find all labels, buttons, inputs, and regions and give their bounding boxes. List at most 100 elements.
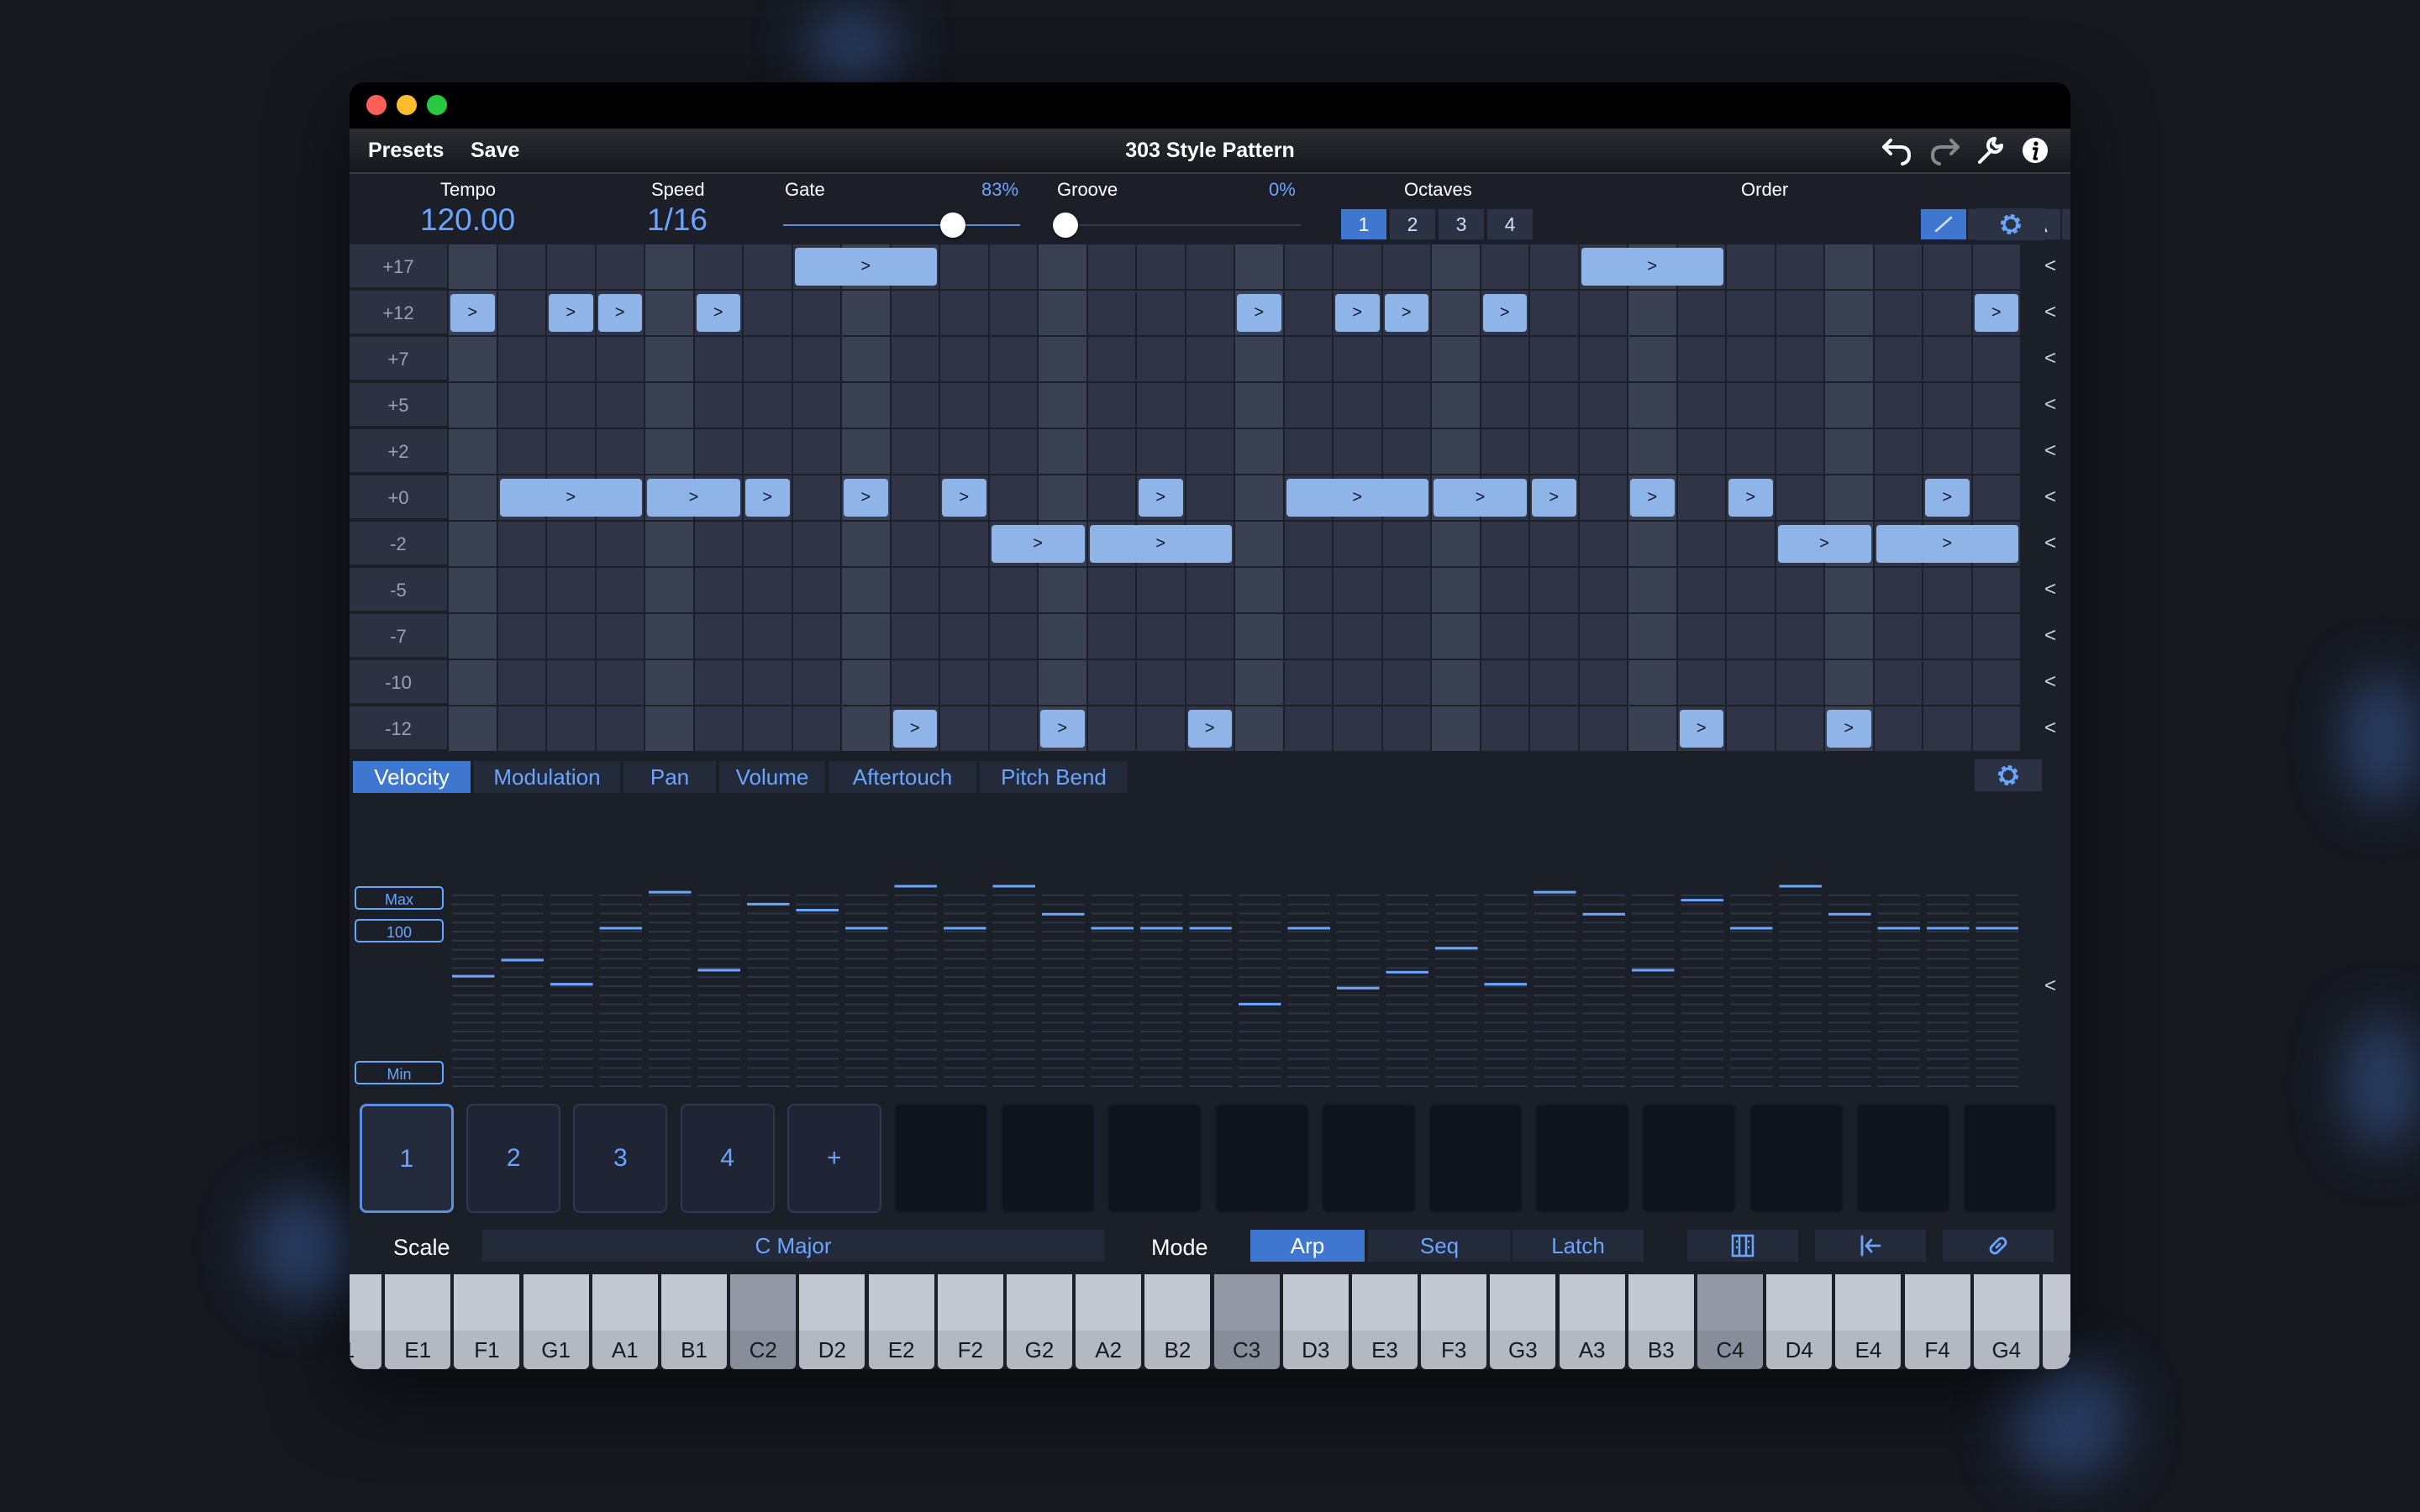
grid-cell[interactable] — [1727, 568, 1776, 614]
grid-cell[interactable] — [1137, 614, 1186, 660]
note-block[interactable]: > — [991, 525, 1085, 563]
grid-cell[interactable] — [1972, 568, 2022, 614]
grid-cell[interactable] — [1874, 337, 1923, 383]
grid-cell[interactable] — [1579, 522, 1628, 568]
grid-cell[interactable] — [1235, 337, 1285, 383]
grid-cell[interactable] — [449, 475, 498, 522]
velocity-step[interactable] — [1435, 894, 1478, 1087]
grid-cell[interactable] — [1432, 244, 1481, 291]
grid-cell[interactable] — [1039, 244, 1088, 291]
velocity-step[interactable] — [1582, 894, 1626, 1087]
grid-cell[interactable] — [497, 614, 547, 660]
grid-cell[interactable] — [940, 337, 990, 383]
piano-key[interactable]: G1 — [523, 1274, 589, 1369]
note-block[interactable]: > — [1728, 479, 1773, 517]
grid-cell[interactable] — [1334, 706, 1383, 753]
grid-cell[interactable] — [1727, 429, 1776, 475]
empty-pattern-slot[interactable] — [1855, 1104, 1950, 1213]
row-expand-arrow[interactable]: < — [2030, 624, 2070, 648]
note-block[interactable]: > — [1434, 479, 1527, 517]
grid-cell[interactable] — [1235, 383, 1285, 429]
grid-cell[interactable] — [1334, 337, 1383, 383]
grid-cell[interactable] — [940, 429, 990, 475]
grid-cell[interactable] — [694, 706, 744, 753]
tab-aftertouch[interactable]: Aftertouch — [829, 761, 976, 793]
grid-cell[interactable] — [1039, 660, 1088, 706]
grid-cell[interactable] — [694, 337, 744, 383]
grid-cell[interactable] — [1530, 337, 1580, 383]
grid-cell[interactable] — [1972, 660, 2022, 706]
grid-cell[interactable] — [1825, 660, 1875, 706]
grid-cell[interactable] — [1874, 475, 1923, 522]
grid-cell[interactable] — [1677, 383, 1727, 429]
grid-cell[interactable] — [1284, 244, 1334, 291]
empty-pattern-slot[interactable] — [1963, 1104, 2057, 1213]
grid-cell[interactable] — [1530, 291, 1580, 337]
grid-cell[interactable] — [1530, 244, 1580, 291]
grid-cell[interactable] — [989, 660, 1039, 706]
grid-cell[interactable] — [1235, 614, 1285, 660]
note-block[interactable]: > — [549, 294, 593, 332]
note-block[interactable]: > — [942, 479, 986, 517]
note-block[interactable]: > — [844, 479, 888, 517]
note-block[interactable]: > — [647, 479, 740, 517]
empty-pattern-slot[interactable] — [1001, 1104, 1096, 1213]
grid-cell[interactable] — [1284, 291, 1334, 337]
grid-cell[interactable] — [1825, 244, 1875, 291]
mode-arp-button[interactable]: Arp — [1250, 1230, 1365, 1262]
grid-cell[interactable] — [989, 244, 1039, 291]
minimize-window-button[interactable] — [397, 95, 417, 115]
grid-cell[interactable] — [1579, 614, 1628, 660]
grid-cell[interactable] — [842, 429, 892, 475]
grid-cell[interactable] — [792, 383, 842, 429]
note-block[interactable]: > — [1630, 479, 1675, 517]
grid-cell[interactable] — [1087, 291, 1137, 337]
grid-cell[interactable] — [792, 614, 842, 660]
grid-cell[interactable] — [1186, 383, 1235, 429]
grid-cell[interactable] — [1284, 522, 1334, 568]
grid-cell[interactable] — [1628, 660, 1678, 706]
empty-pattern-slot[interactable] — [1749, 1104, 1844, 1213]
grid-cell[interactable] — [891, 383, 940, 429]
grid-cell[interactable] — [1284, 660, 1334, 706]
link-button[interactable] — [1943, 1230, 2054, 1262]
velocity-step[interactable] — [1632, 894, 1675, 1087]
grid-cell[interactable] — [1235, 429, 1285, 475]
note-block[interactable]: > — [1237, 294, 1281, 332]
piano-key[interactable]: F4 — [1904, 1274, 1970, 1369]
grid-cell[interactable] — [891, 522, 940, 568]
note-block[interactable]: > — [745, 479, 790, 517]
grid-cell[interactable] — [1432, 291, 1481, 337]
velocity-step[interactable] — [1091, 894, 1134, 1087]
grid-cell[interactable] — [989, 383, 1039, 429]
velocity-step[interactable] — [1239, 894, 1281, 1087]
note-block[interactable]: > — [1335, 294, 1380, 332]
grid-cell[interactable] — [1087, 614, 1137, 660]
grid-cell[interactable] — [497, 244, 547, 291]
grid-cell[interactable] — [1481, 660, 1530, 706]
grid-cell[interactable] — [1825, 568, 1875, 614]
grid-cell[interactable] — [1530, 614, 1580, 660]
row-expand-arrow[interactable]: < — [2030, 532, 2070, 555]
grid-cell[interactable] — [1382, 706, 1432, 753]
tempo-value[interactable]: 120.00 — [420, 202, 515, 238]
grid-cell[interactable] — [1432, 383, 1481, 429]
grid-cell[interactable] — [1727, 291, 1776, 337]
velocity-bars[interactable] — [350, 798, 2070, 1088]
grid-cell[interactable] — [1087, 383, 1137, 429]
grid-cell[interactable] — [1235, 475, 1285, 522]
grid-cell[interactable] — [1284, 383, 1334, 429]
empty-pattern-slot[interactable] — [1535, 1104, 1630, 1213]
grid-cell[interactable] — [842, 383, 892, 429]
octave-option-4[interactable]: 4 — [1487, 209, 1533, 239]
grid-cell[interactable] — [940, 522, 990, 568]
pattern-slot-3[interactable]: 3 — [573, 1104, 668, 1213]
velocity-lane-arrow[interactable]: < — [2030, 974, 2070, 998]
grid-cell[interactable] — [645, 429, 695, 475]
grid-cell[interactable] — [645, 337, 695, 383]
grid-cell[interactable] — [694, 429, 744, 475]
grid-cell[interactable] — [1284, 706, 1334, 753]
piano-key[interactable]: B3 — [1628, 1274, 1694, 1369]
grid-cell[interactable] — [1087, 568, 1137, 614]
note-block[interactable]: > — [794, 248, 937, 286]
